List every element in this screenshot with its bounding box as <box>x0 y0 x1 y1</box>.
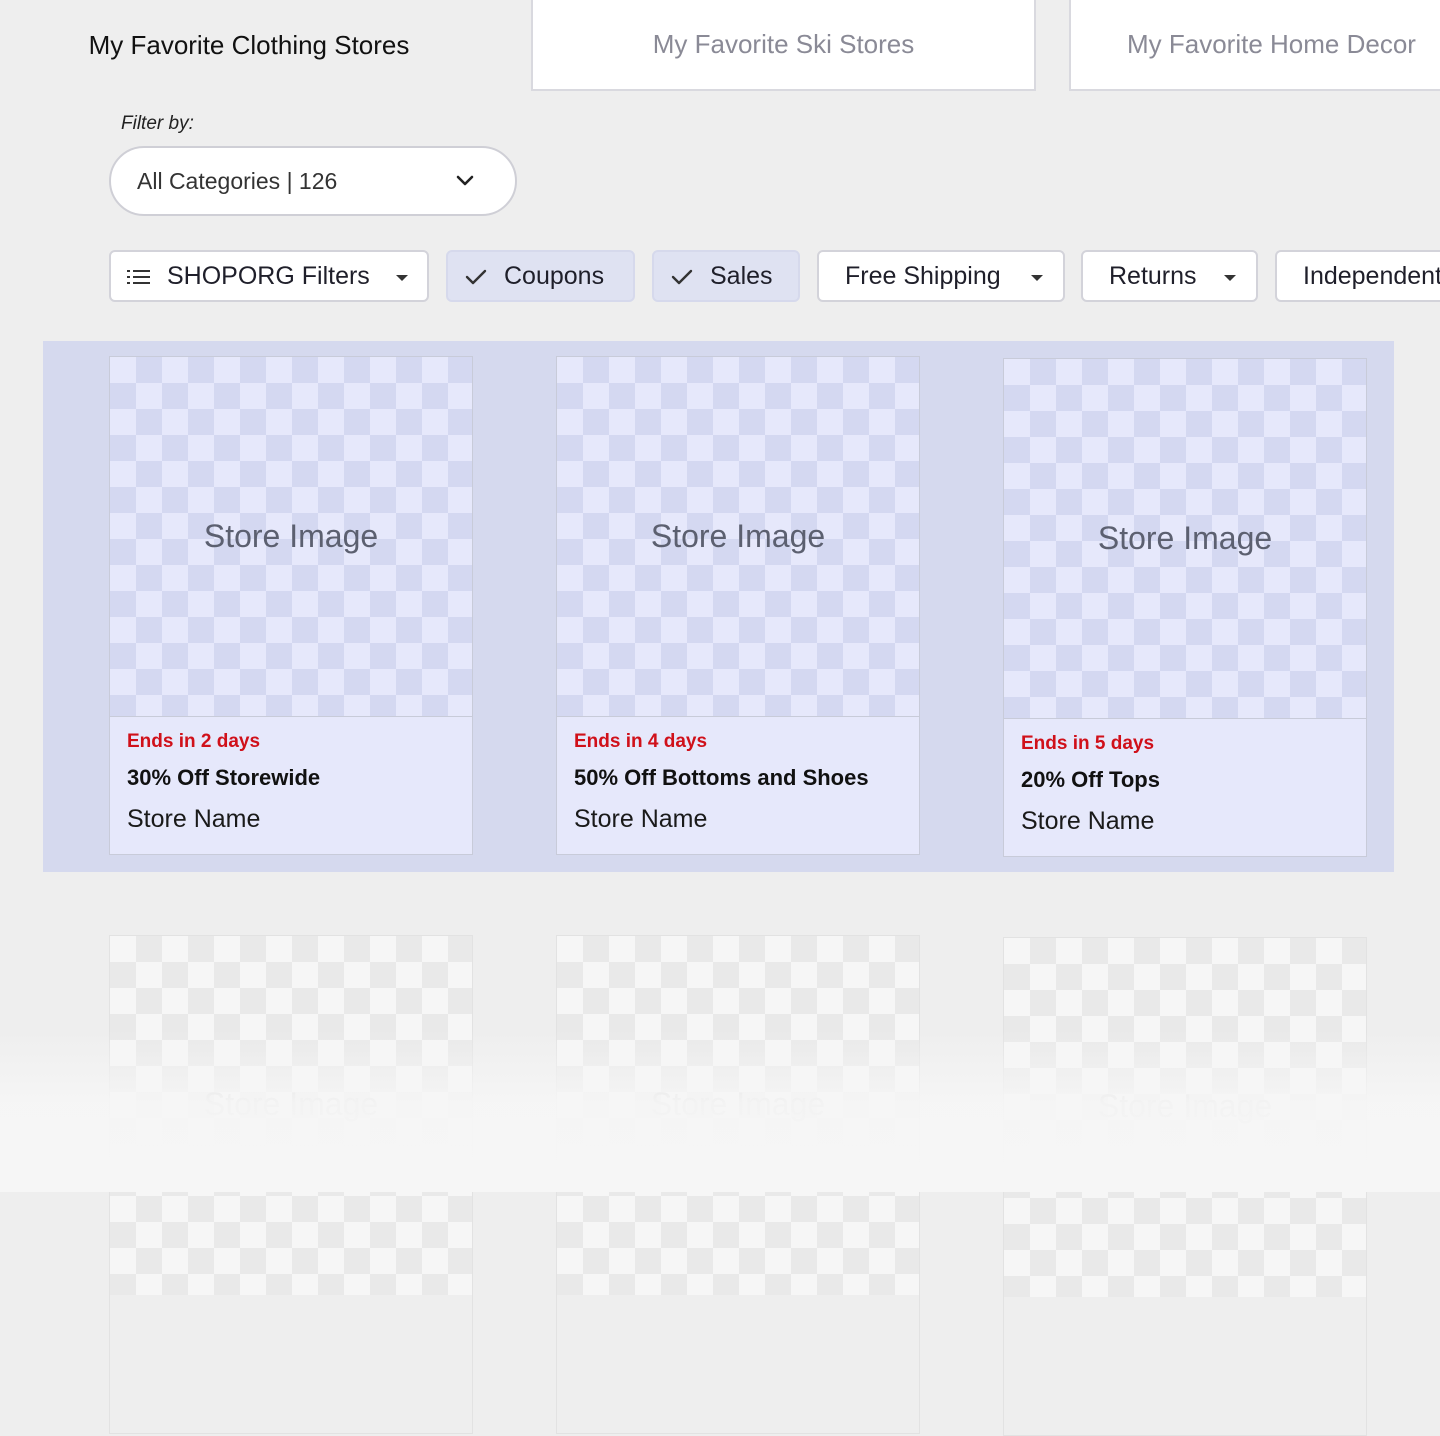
caret-down-icon <box>1031 275 1043 281</box>
tab-ski-stores[interactable]: My Favorite Ski Stores <box>531 0 1036 91</box>
shoporg-filters-dropdown[interactable]: SHOPORG Filters <box>109 250 429 302</box>
tab-label: My Favorite Home Decor <box>1127 29 1416 59</box>
deal-title: 30% Off Storewide <box>127 765 321 790</box>
returns-dropdown[interactable]: Returns <box>1081 250 1258 302</box>
deal-expiry: Ends in 4 days <box>574 731 708 752</box>
card-info: Ends in 4 days 50% Off Bottoms and Shoes… <box>557 717 919 854</box>
independent-dropdown[interactable]: Independent <box>1275 250 1440 302</box>
store-image-placeholder: Store Image <box>557 357 919 717</box>
chip-label: Independent <box>1303 261 1440 290</box>
store-card[interactable]: Store Image <box>556 935 920 1434</box>
store-image-label: Store Image <box>1097 520 1273 556</box>
tab-label: My Favorite Clothing Stores <box>88 30 410 60</box>
check-icon <box>465 269 487 285</box>
chevron-down-icon <box>456 175 474 186</box>
store-card[interactable]: Store Image Ends in 2 days 30% Off Store… <box>109 356 473 855</box>
filter-label: Filter by: <box>121 113 194 134</box>
store-name: Store Name <box>127 805 261 833</box>
deal-title: 20% Off Tops <box>1021 767 1160 792</box>
card-info: Ends in 2 days 30% Off Storewide Store N… <box>110 717 472 854</box>
card-info: Ends in 5 days 20% Off Tops Store Name <box>1004 719 1366 856</box>
list-icon <box>127 270 150 284</box>
store-card[interactable]: Store Image <box>1003 937 1367 1436</box>
store-image-placeholder: Store Image <box>110 357 472 717</box>
check-icon <box>671 269 693 285</box>
store-card[interactable]: Store Image <box>109 935 473 1434</box>
caret-down-icon <box>1224 275 1236 281</box>
store-image-label: Store Image <box>203 1086 379 1122</box>
store-image-placeholder: Store Image <box>557 936 919 1295</box>
chip-label: Returns <box>1109 261 1197 290</box>
sales-toggle[interactable]: Sales <box>652 250 800 302</box>
store-image-placeholder: Store Image <box>1004 938 1366 1297</box>
store-name: Store Name <box>574 805 708 833</box>
tab-home-decor[interactable]: My Favorite Home Decor <box>1069 0 1440 91</box>
store-image-label: Store Image <box>650 518 826 554</box>
coupons-toggle[interactable]: Coupons <box>446 250 635 302</box>
free-shipping-dropdown[interactable]: Free Shipping <box>817 250 1065 302</box>
chip-label: Free Shipping <box>845 261 1001 290</box>
tab-label: My Favorite Ski Stores <box>652 29 915 59</box>
store-image-placeholder: Store Image <box>110 936 472 1295</box>
chip-label: SHOPORG Filters <box>167 261 370 290</box>
store-card[interactable]: Store Image Ends in 4 days 50% Off Botto… <box>556 356 920 855</box>
chip-label: Coupons <box>504 261 605 290</box>
store-card[interactable]: Store Image Ends in 5 days 20% Off Tops … <box>1003 358 1367 857</box>
tab-clothing-stores[interactable]: My Favorite Clothing Stores <box>0 0 498 91</box>
deal-title: 50% Off Bottoms and Shoes <box>574 765 869 790</box>
deal-expiry: Ends in 2 days <box>127 731 261 752</box>
store-image-label: Store Image <box>203 518 379 554</box>
chip-label: Sales <box>710 261 773 290</box>
store-image-placeholder: Store Image <box>1004 359 1366 719</box>
caret-down-icon <box>396 275 408 281</box>
store-image-label: Store Image <box>650 1086 826 1122</box>
deal-expiry: Ends in 5 days <box>1021 733 1155 754</box>
category-select[interactable]: All Categories | 126 <box>109 146 517 216</box>
store-name: Store Name <box>1021 807 1155 835</box>
category-select-value: All Categories | 126 <box>137 167 338 194</box>
store-image-label: Store Image <box>1097 1088 1273 1124</box>
